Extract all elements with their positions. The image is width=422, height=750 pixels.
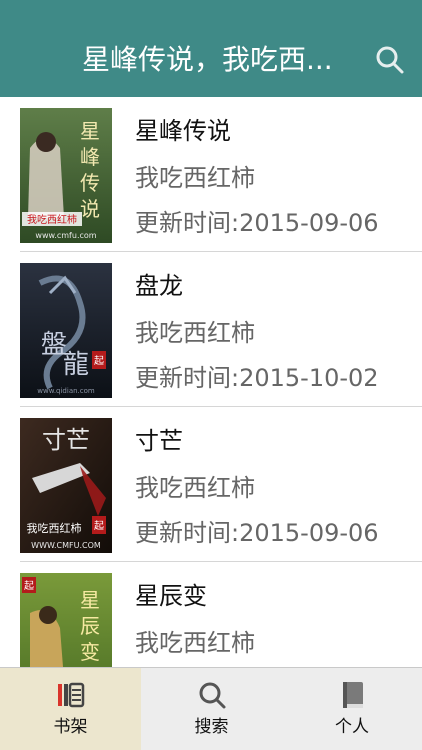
book-title: 寸芒 <box>135 427 183 455</box>
book-row[interactable]: 盤 龍 起 www.qidian.com 盘龙 我吃西红柿 更新时间:2015-… <box>0 252 422 407</box>
svg-text:变: 变 <box>80 640 100 664</box>
svg-text:峰: 峰 <box>80 145 100 169</box>
book-cover: 起 星 辰 变 <box>20 573 112 667</box>
svg-text:星: 星 <box>80 588 100 612</box>
bookshelf-icon <box>57 682 84 708</box>
svg-text:起: 起 <box>94 520 104 532</box>
book-author: 我吃西红柿 <box>135 474 255 502</box>
search-button[interactable] <box>372 42 408 78</box>
book-list: 星 峰 传 说 我吃西红柿 www.cmfu.com 星峰传说 我吃西红柿 更新… <box>0 97 422 667</box>
tab-bookshelf[interactable]: 书架 <box>0 668 141 750</box>
tab-profile[interactable]: 个人 <box>282 668 422 750</box>
book-update-time: 更新时间:2015-10-02 <box>135 364 379 392</box>
book-title: 星峰传说 <box>135 117 231 145</box>
svg-text:我吃西红柿: 我吃西红柿 <box>27 213 77 226</box>
book-icon <box>343 682 363 708</box>
tab-bar: 书架 搜索 个人 <box>0 667 422 750</box>
book-row[interactable]: 星 峰 传 说 我吃西红柿 www.cmfu.com 星峰传说 我吃西红柿 更新… <box>0 97 422 252</box>
svg-text:星: 星 <box>80 119 100 143</box>
svg-text:起: 起 <box>24 580 34 592</box>
book-title: 星辰变 <box>135 582 207 610</box>
book-update-time: 更新时间:2015-09-06 <box>135 519 379 547</box>
tab-label: 搜索 <box>194 717 229 737</box>
book-author: 我吃西红柿 <box>135 164 255 192</box>
page-title: 星峰传说，我吃西... <box>82 43 333 76</box>
search-icon <box>376 46 404 74</box>
book-cover: 寸芒 起 我吃西红柿 WWW.CMFU.COM <box>20 418 112 553</box>
svg-text:龍: 龍 <box>63 350 89 380</box>
book-row[interactable]: 起 星 辰 变 星辰变 我吃西红柿 <box>0 562 422 667</box>
app-header: 星峰传说，我吃西... <box>0 0 422 97</box>
svg-text:说: 说 <box>80 197 100 221</box>
book-update-time: 更新时间:2015-09-06 <box>135 209 379 237</box>
book-cover: 盤 龍 起 www.qidian.com <box>20 263 112 398</box>
book-author: 我吃西红柿 <box>135 629 255 657</box>
tab-label: 个人 <box>335 717 369 737</box>
svg-text:传: 传 <box>80 171 100 195</box>
svg-text:WWW.CMFU.COM: WWW.CMFU.COM <box>31 541 101 550</box>
svg-text:我吃西红柿: 我吃西红柿 <box>27 521 82 535</box>
svg-text:寸芒: 寸芒 <box>42 426 90 454</box>
svg-text:www.qidian.com: www.qidian.com <box>37 387 95 395</box>
book-cover: 星 峰 传 说 我吃西红柿 www.cmfu.com <box>20 108 112 243</box>
tab-label: 书架 <box>53 717 88 737</box>
svg-text:www.cmfu.com: www.cmfu.com <box>35 231 96 240</box>
book-author: 我吃西红柿 <box>135 319 255 347</box>
search-icon <box>199 682 225 709</box>
tab-search[interactable]: 搜索 <box>141 668 282 750</box>
svg-text:辰: 辰 <box>80 614 100 638</box>
book-title: 盘龙 <box>135 272 183 300</box>
book-row[interactable]: 寸芒 起 我吃西红柿 WWW.CMFU.COM 寸芒 我吃西红柿 更新时间:20… <box>0 407 422 562</box>
svg-text:起: 起 <box>94 355 104 367</box>
